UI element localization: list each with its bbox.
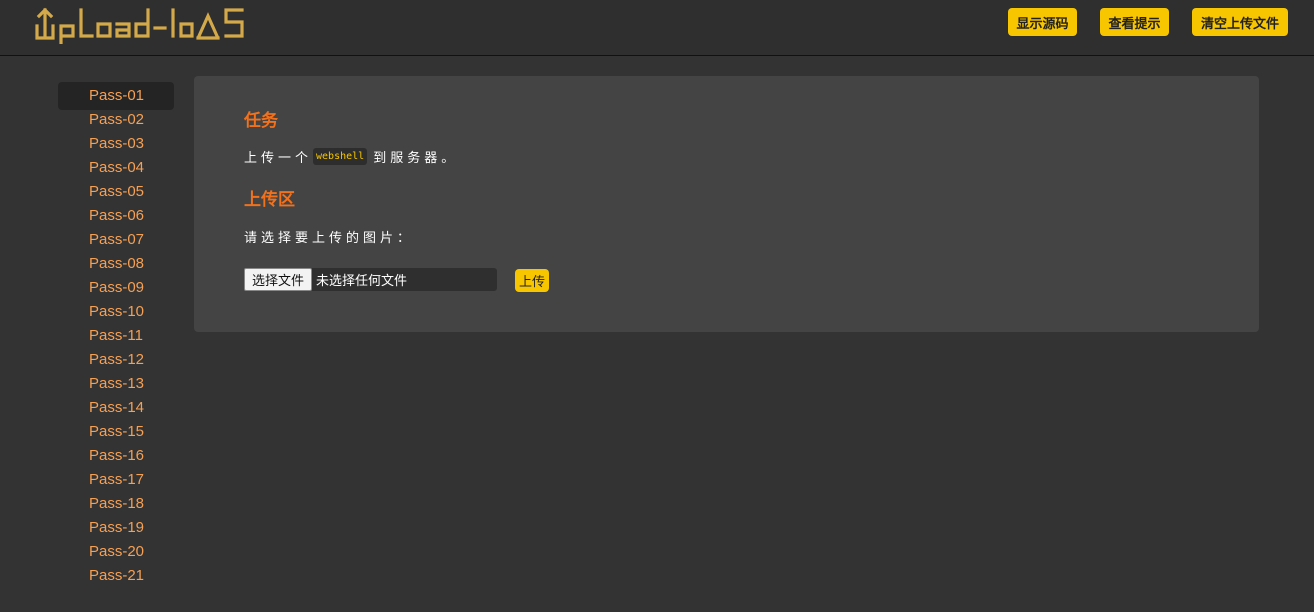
task-description: 上传一个 webshell 到服务器。: [244, 147, 458, 166]
sidebar-item-pass-18[interactable]: Pass-18: [58, 490, 174, 514]
upload-labs-logo[interactable]: [34, 2, 264, 44]
show-source-button[interactable]: 显示源码: [1008, 8, 1077, 36]
sidebar-item-pass-15[interactable]: Pass-15: [58, 418, 174, 442]
sidebar-item-pass-03[interactable]: Pass-03: [58, 130, 174, 154]
webshell-code: webshell: [313, 148, 368, 165]
sidebar-item-pass-20[interactable]: Pass-20: [58, 538, 174, 562]
top-header: 显示源码 查看提示 清空上传文件: [0, 0, 1314, 56]
upload-button[interactable]: 上传: [515, 269, 549, 292]
task-heading: 任务: [244, 111, 278, 131]
select-image-prompt: 请选择要上传的图片：: [244, 231, 415, 246]
file-input[interactable]: 选择文件 未选择任何文件: [244, 268, 497, 291]
file-status-text: 未选择任何文件: [316, 274, 408, 289]
sidebar-item-pass-16[interactable]: Pass-16: [58, 442, 174, 466]
sidebar-item-pass-12[interactable]: Pass-12: [58, 346, 174, 370]
sidebar-item-pass-05[interactable]: Pass-05: [58, 178, 174, 202]
choose-file-button[interactable]: 选择文件: [244, 268, 313, 291]
sidebar-item-pass-13[interactable]: Pass-13: [58, 370, 174, 394]
task-text-after: 到服务器。: [373, 151, 459, 166]
sidebar-item-pass-06[interactable]: Pass-06: [58, 202, 174, 226]
sidebar-item-pass-09[interactable]: Pass-09: [58, 274, 174, 298]
sidebar-item-pass-21[interactable]: Pass-21: [58, 562, 174, 586]
sidebar-pass-list: Pass-01 Pass-02 Pass-03 Pass-04 Pass-05 …: [58, 82, 174, 586]
sidebar-item-pass-10[interactable]: Pass-10: [58, 298, 174, 322]
sidebar-item-pass-04[interactable]: Pass-04: [58, 154, 174, 178]
sidebar-item-pass-02[interactable]: Pass-02: [58, 106, 174, 130]
sidebar-item-pass-07[interactable]: Pass-07: [58, 226, 174, 250]
sidebar-item-pass-19[interactable]: Pass-19: [58, 514, 174, 538]
clear-uploads-button[interactable]: 清空上传文件: [1192, 8, 1288, 36]
view-hint-button[interactable]: 查看提示: [1100, 8, 1169, 36]
upload-area-heading: 上传区: [244, 190, 295, 210]
sidebar-item-pass-17[interactable]: Pass-17: [58, 466, 174, 490]
sidebar-item-pass-08[interactable]: Pass-08: [58, 250, 174, 274]
task-text-before: 上传一个: [244, 151, 313, 166]
sidebar-item-pass-14[interactable]: Pass-14: [58, 394, 174, 418]
main-panel: 任务 上传一个 webshell 到服务器。 上传区 请选择要上传的图片： 选择文件…: [194, 76, 1259, 332]
sidebar-item-pass-11[interactable]: Pass-11: [58, 322, 174, 346]
